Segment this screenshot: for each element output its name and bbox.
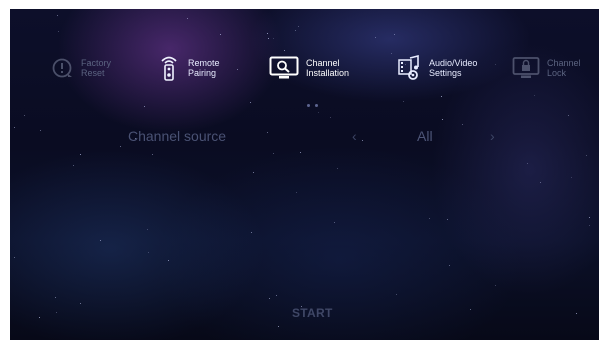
star xyxy=(237,69,238,70)
factory-reset-icon xyxy=(50,56,74,80)
page-dot xyxy=(307,104,310,107)
menu-item-channel-installation[interactable]: Channel Installation xyxy=(269,53,349,83)
star xyxy=(278,326,279,327)
star xyxy=(540,182,541,183)
menu-item-channel-lock[interactable]: Channel Lock xyxy=(512,53,581,83)
star xyxy=(403,101,404,102)
star xyxy=(298,26,299,27)
channel-source-label: Channel source xyxy=(128,128,227,144)
star xyxy=(442,119,443,120)
star xyxy=(120,146,121,147)
star xyxy=(276,295,277,296)
star xyxy=(267,33,268,34)
star xyxy=(396,294,397,295)
star xyxy=(144,106,145,107)
menu-item-label: Factory Reset xyxy=(81,58,112,78)
menu-item-label: Channel Installation xyxy=(306,58,350,78)
star xyxy=(273,153,274,154)
star xyxy=(571,177,572,178)
star xyxy=(148,252,149,253)
star xyxy=(284,50,285,51)
star xyxy=(296,192,297,193)
star xyxy=(250,102,251,103)
menu-item-factory-reset[interactable]: Factory Reset xyxy=(50,53,111,83)
star xyxy=(495,285,496,286)
tv-screen: Factory Reset Remote Pairing Channel Ins… xyxy=(10,9,599,340)
star xyxy=(429,218,430,219)
star xyxy=(330,117,331,118)
menu-item-label: Remote Pairing xyxy=(188,58,220,78)
star xyxy=(589,225,590,226)
menu-item-remote-pairing[interactable]: Remote Pairing xyxy=(157,53,220,83)
page-dot xyxy=(315,104,318,107)
star xyxy=(441,96,442,97)
star xyxy=(462,124,463,125)
star xyxy=(447,219,448,220)
remote-icon xyxy=(157,56,181,81)
star xyxy=(73,165,74,166)
menu-item-label: Channel Lock xyxy=(547,58,581,78)
star xyxy=(273,38,274,39)
star xyxy=(586,155,587,156)
next-arrow-icon[interactable]: › xyxy=(490,128,495,144)
star xyxy=(300,152,301,153)
channel-source-value: All xyxy=(417,128,433,144)
star xyxy=(251,232,252,233)
star xyxy=(100,240,101,241)
star xyxy=(295,30,296,31)
star xyxy=(568,115,569,116)
star xyxy=(269,298,270,299)
star xyxy=(58,31,59,32)
star xyxy=(334,222,335,223)
star xyxy=(268,38,269,39)
star xyxy=(527,163,528,164)
audio-video-icon xyxy=(398,55,422,80)
star xyxy=(187,18,188,19)
prev-arrow-icon[interactable]: ‹ xyxy=(352,128,357,144)
star xyxy=(147,229,148,230)
star xyxy=(80,154,81,155)
menu-item-label: Audio/Video Settings xyxy=(429,58,478,78)
start-button[interactable]: START xyxy=(292,306,333,320)
star xyxy=(394,34,395,35)
star xyxy=(152,154,153,155)
star xyxy=(80,303,81,304)
star xyxy=(57,15,58,16)
star xyxy=(449,265,450,266)
channel-source-row[interactable]: Channel source ‹ All › xyxy=(10,126,599,146)
star xyxy=(495,64,496,65)
channel-lock-icon xyxy=(512,56,540,80)
star xyxy=(56,312,57,313)
star xyxy=(318,112,319,113)
star xyxy=(391,53,392,54)
star xyxy=(253,172,254,173)
star xyxy=(470,309,471,310)
page-indicator xyxy=(307,104,318,107)
star xyxy=(14,257,15,258)
star xyxy=(337,168,338,169)
star xyxy=(375,37,376,38)
menu-item-audio-video-settings[interactable]: Audio/Video Settings xyxy=(398,53,477,83)
star xyxy=(534,95,535,96)
star xyxy=(589,217,590,218)
star xyxy=(220,34,221,35)
star xyxy=(39,317,40,318)
channel-installation-icon xyxy=(269,56,299,80)
star xyxy=(24,115,25,116)
star xyxy=(55,297,56,298)
star xyxy=(168,260,169,261)
star xyxy=(576,313,577,314)
